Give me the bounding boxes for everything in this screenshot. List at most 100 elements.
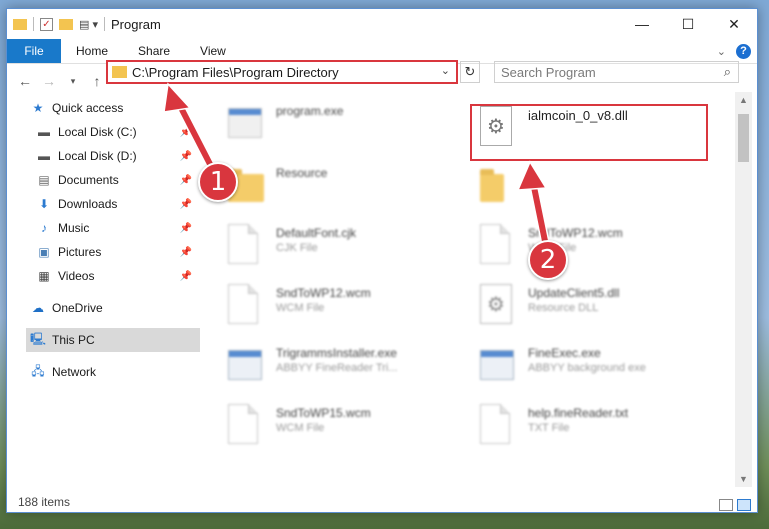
step-2-badge: 2 <box>528 240 568 280</box>
sidebar-item-label: Local Disk (C:) <box>58 125 137 139</box>
file-item[interactable]: TrigrammsInstaller.exe ABBYY FineReader … <box>218 338 458 394</box>
forward-arrow-icon[interactable]: → <box>37 73 61 89</box>
file-name: DefaultFont.cjk <box>276 226 357 240</box>
sidebar-item-this-pc[interactable]: 🖳 This PC <box>26 328 200 352</box>
vertical-scrollbar[interactable]: ▲ ▼ <box>735 92 752 487</box>
status-bar-item-count: 188 items <box>18 495 71 509</box>
file-item[interactable] <box>470 158 710 214</box>
scroll-down-icon[interactable]: ▼ <box>735 474 752 484</box>
pin-icon[interactable]: 📌 <box>180 199 192 210</box>
file-type: Resource DLL <box>528 302 599 314</box>
sidebar-item-label: Documents <box>58 173 119 187</box>
sidebar-item-videos[interactable]: ▦ Videos 📌 <box>26 264 200 288</box>
file-item[interactable]: DefaultFont.cjk CJK File <box>218 218 458 274</box>
customize-toolbar-icon[interactable]: ▤ ▾ <box>79 18 98 31</box>
file-name: program.exe <box>276 104 344 118</box>
file-type: WCM File <box>276 422 325 434</box>
pictures-icon: ▣ <box>38 245 50 259</box>
file-item[interactable]: FineExec.exe ABBYY background exe <box>470 338 710 394</box>
sidebar-item-label: OneDrive <box>52 301 103 315</box>
document-icon <box>228 284 262 326</box>
pin-icon[interactable]: 📌 <box>180 151 192 162</box>
cloud-icon: ☁ <box>32 301 44 315</box>
file-item[interactable]: Resource <box>218 158 458 214</box>
document-icon <box>228 224 262 266</box>
file-name: FineExec.exe <box>528 346 601 360</box>
sidebar-item-label: Network <box>52 365 97 379</box>
pin-icon[interactable]: 📌 <box>180 271 192 282</box>
sidebar-item-downloads[interactable]: ⬇ Downloads 📌 <box>26 192 200 216</box>
file-item[interactable]: help.fineReader.txt TXT File <box>470 398 710 454</box>
tab-file[interactable]: File <box>7 39 61 63</box>
file-item[interactable]: SndToWP15.wcm WCM File <box>218 398 458 454</box>
minimize-button[interactable]: — <box>619 9 665 39</box>
view-toggle <box>719 499 751 511</box>
drive-icon: ▬ <box>38 125 50 139</box>
sidebar-item-quick-access[interactable]: ★ Quick access <box>26 96 200 120</box>
window-controls: — ☐ ✕ <box>619 9 757 39</box>
sidebar-item-local-disk-d[interactable]: ▬ Local Disk (D:) 📌 <box>26 144 200 168</box>
computer-icon: 🖳 <box>30 331 47 346</box>
sidebar-item-label: Quick access <box>52 101 124 115</box>
search-icon[interactable]: ⌕ <box>724 64 731 80</box>
close-button[interactable]: ✕ <box>711 9 757 39</box>
scroll-thumb[interactable] <box>738 114 749 162</box>
help-icon[interactable]: ? <box>736 43 751 59</box>
document-icon <box>480 404 514 446</box>
file-type: WCM File <box>276 302 325 314</box>
sidebar-item-label: Pictures <box>58 245 102 259</box>
file-name: SndToWP12.wcm <box>528 226 623 240</box>
document-icon <box>480 224 514 266</box>
sidebar-item-label: Local Disk (D:) <box>58 149 137 163</box>
sidebar-item-label: This PC <box>52 333 95 347</box>
file-name: help.fineReader.txt <box>528 406 629 420</box>
details-view-icon[interactable] <box>719 499 733 511</box>
sidebar-item-local-disk-c[interactable]: ▬ Local Disk (C:) 📌 <box>26 120 200 144</box>
file-name: SndToWP15.wcm <box>276 406 371 420</box>
quick-access-toolbar: ✓ ▤ ▾ <box>13 17 105 31</box>
address-dropdown-icon[interactable]: ⌄ <box>441 64 450 77</box>
sidebar-item-music[interactable]: ♪ Music 📌 <box>26 216 200 240</box>
properties-icon[interactable]: ✓ <box>40 17 53 31</box>
search-input[interactable]: Search Program ⌕ <box>494 61 739 83</box>
network-icon: 🖧 <box>31 363 45 378</box>
sidebar-item-label: Downloads <box>58 197 118 211</box>
app-window-icon <box>480 344 514 386</box>
music-icon: ♪ <box>41 221 47 235</box>
file-name: SndToWP12.wcm <box>276 286 371 300</box>
sidebar-item-documents[interactable]: ▤ Documents 📌 <box>26 168 200 192</box>
address-bar[interactable]: C:\Program Files\Program Directory ⌄ <box>106 60 458 84</box>
sidebar-item-network[interactable]: 🖧 Network <box>26 360 200 384</box>
pin-icon[interactable]: 📌 <box>180 175 192 186</box>
folder-icon <box>112 66 127 78</box>
window-title: Program <box>110 16 161 32</box>
sidebar-item-label: Videos <box>58 269 95 283</box>
large-icons-view-icon[interactable] <box>737 499 751 511</box>
pin-icon[interactable]: 📌 <box>180 127 192 138</box>
separator <box>33 17 34 31</box>
file-type: ABBYY background exe <box>528 362 646 374</box>
file-item[interactable]: SndToWP12.wcm WCM File <box>218 278 458 334</box>
gear-exe-icon <box>228 102 262 144</box>
file-item[interactable]: program.exe <box>218 96 458 152</box>
refresh-button[interactable]: ↻ <box>460 61 480 83</box>
folder-icon <box>480 164 514 206</box>
maximize-button[interactable]: ☐ <box>665 9 711 39</box>
file-item[interactable]: ⚙ UpdateClient5.dll Resource DLL <box>470 278 710 334</box>
title-bar: ✓ ▤ ▾ Program — ☐ ✕ <box>7 9 757 39</box>
star-icon: ★ <box>32 101 44 115</box>
chevron-down-icon[interactable]: ⌄ <box>717 45 726 58</box>
ribbon-right: ⌄ ? <box>717 39 757 63</box>
sidebar-item-pictures[interactable]: ▣ Pictures 📌 <box>26 240 200 264</box>
pin-icon[interactable]: 📌 <box>180 223 192 234</box>
scroll-up-icon[interactable]: ▲ <box>735 95 752 105</box>
back-arrow-icon[interactable]: ← <box>13 73 37 89</box>
documents-icon: ▤ <box>38 173 50 187</box>
pin-icon[interactable]: 📌 <box>180 247 192 258</box>
sidebar-item-onedrive[interactable]: ☁ OneDrive <box>26 296 200 320</box>
file-name: Resource <box>276 166 328 180</box>
file-item[interactable]: SndToWP12.wcm WCM File <box>470 218 710 274</box>
recent-locations-icon[interactable]: ▾ <box>61 76 85 87</box>
folder-icon <box>13 18 27 30</box>
new-folder-icon[interactable] <box>59 18 73 30</box>
